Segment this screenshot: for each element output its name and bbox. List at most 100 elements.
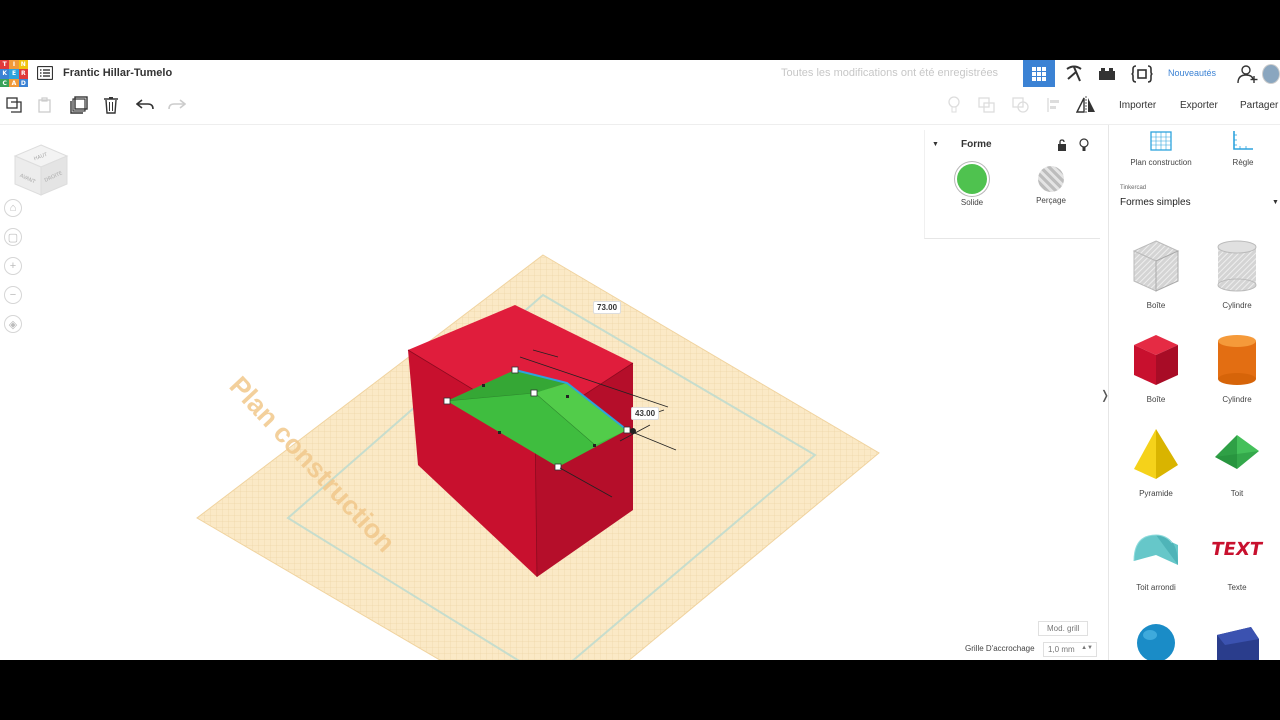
copy-button[interactable] xyxy=(4,95,24,115)
redo-icon xyxy=(168,99,186,110)
roof-icon xyxy=(1215,435,1259,469)
shape-label: Cylindre xyxy=(1222,395,1252,404)
brick-icon xyxy=(1099,67,1115,80)
shape-round-roof[interactable]: Toit arrondi xyxy=(1121,519,1191,592)
shape-inspector: ▼ Forme Solide Perçage xyxy=(924,130,1100,239)
hole-label: Perçage xyxy=(1036,196,1066,205)
shape-box[interactable]: Boîte xyxy=(1121,331,1191,404)
solid-option[interactable]: Solide xyxy=(942,164,1002,207)
shape-cylinder[interactable]: Cylindre xyxy=(1202,331,1272,404)
logo-letter: N xyxy=(18,60,28,70)
ruler-tool[interactable]: Règle xyxy=(1203,130,1280,167)
fit-icon: ▢ xyxy=(7,231,19,244)
trash-icon xyxy=(104,97,118,114)
duplicate-button[interactable] xyxy=(69,95,89,115)
width-dimension-label[interactable]: 73.00 xyxy=(593,301,622,314)
perspective-button[interactable]: ◈ xyxy=(4,315,22,333)
depth-dimension-label[interactable]: 43.00 xyxy=(631,407,660,420)
lightbulb-icon xyxy=(948,96,960,113)
ungroup-icon xyxy=(1012,97,1029,113)
round-roof-icon xyxy=(1133,534,1178,565)
redo-button[interactable] xyxy=(167,95,187,115)
library-select[interactable]: Formes simples xyxy=(1120,197,1191,208)
tinkercad-logo[interactable]: T I N K E R C A D xyxy=(0,60,28,88)
zoom-out-button[interactable]: − xyxy=(4,286,22,304)
shape-pyramid[interactable]: Pyramide xyxy=(1121,425,1191,498)
shape-text[interactable]: TEXT Texte xyxy=(1202,519,1272,592)
tinkercad-app: T I N K E R C A D Frantic Hillar-Tumelo … xyxy=(0,60,1280,660)
fit-view-button[interactable]: ▢ xyxy=(4,228,22,246)
logo-letter: R xyxy=(18,69,28,79)
shape-box-hole[interactable]: Boîte xyxy=(1121,237,1191,310)
shape-sphere[interactable] xyxy=(1121,613,1191,660)
collapse-inspector-icon[interactable]: ▼ xyxy=(932,141,939,148)
lock-icon[interactable] xyxy=(1057,139,1067,151)
avatar[interactable] xyxy=(1262,60,1280,87)
shape-roof[interactable]: Toit xyxy=(1202,425,1272,498)
hole-option[interactable]: Perçage xyxy=(1021,164,1081,205)
group-button[interactable] xyxy=(977,95,997,115)
logo-letter: E xyxy=(9,69,19,79)
workplane-tool-label: Plan construction xyxy=(1130,158,1192,167)
design-title[interactable]: Frantic Hillar-Tumelo xyxy=(63,67,172,79)
3d-view-button[interactable] xyxy=(1023,60,1055,87)
group-icon xyxy=(978,97,995,113)
mouse-cursor xyxy=(630,428,636,434)
cylinder-icon xyxy=(1218,335,1256,385)
copy-icon xyxy=(6,97,22,113)
shape-cylinder-hole[interactable]: Cylindre xyxy=(1202,237,1272,310)
code-blocks-button[interactable] xyxy=(1126,60,1158,87)
bricks-view-button[interactable] xyxy=(1091,60,1123,87)
ruler-tool-label: Règle xyxy=(1232,158,1254,167)
workplane-icon xyxy=(1150,131,1172,151)
avatar-image xyxy=(1262,63,1280,84)
workplane-tool[interactable]: Plan construction xyxy=(1121,130,1201,167)
view-cube[interactable]: HAUT AVANT DROITE xyxy=(12,142,70,200)
paste-button[interactable] xyxy=(35,95,55,115)
snap-grid-value: 1,0 mm xyxy=(1048,645,1075,654)
snap-grid-label: Grille D'accrochage xyxy=(965,644,1035,653)
plus-icon: + xyxy=(9,260,17,272)
snap-grid-select[interactable]: 1,0 mm ▲▼ xyxy=(1043,642,1097,657)
shape-label: Cylindre xyxy=(1222,301,1252,310)
polygon-shape-icon xyxy=(1217,627,1259,660)
box-icon xyxy=(1134,335,1178,385)
logo-letter: K xyxy=(0,69,10,79)
text-icon: TEXT xyxy=(1209,539,1264,560)
inspector-title: Forme xyxy=(961,139,992,150)
align-button[interactable] xyxy=(1044,95,1064,115)
undo-button[interactable] xyxy=(135,95,155,115)
save-status: Toutes les modifications ont été enregis… xyxy=(781,67,999,79)
zoom-in-button[interactable]: + xyxy=(4,257,22,275)
chevron-down-icon[interactable]: ▼ xyxy=(1272,199,1279,206)
whats-new-link[interactable]: Nouveautés xyxy=(1168,68,1216,78)
import-button[interactable]: Importer xyxy=(1119,100,1156,111)
pyramid-icon xyxy=(1134,429,1178,479)
add-user-button[interactable] xyxy=(1232,60,1264,87)
shape-label: Toit xyxy=(1230,489,1244,498)
ruler-icon xyxy=(1233,131,1253,150)
shape-label: Texte xyxy=(1227,583,1247,592)
edit-grid-button[interactable]: Mod. grill xyxy=(1038,621,1089,636)
align-icon xyxy=(1047,98,1059,112)
library-selected-value: Formes simples xyxy=(1120,197,1191,208)
export-button[interactable]: Exporter xyxy=(1180,100,1218,111)
share-button[interactable]: Partager xyxy=(1240,100,1278,111)
toggle-visibility-button[interactable] xyxy=(944,95,964,115)
solid-label: Solide xyxy=(960,198,984,207)
chevron-down-icon: ▲▼ xyxy=(1081,645,1093,651)
design-list-icon[interactable] xyxy=(37,66,53,80)
delete-button[interactable] xyxy=(101,95,121,115)
ungroup-button[interactable] xyxy=(1011,95,1031,115)
home-view-button[interactable]: ⌂ xyxy=(4,199,22,217)
shapes-panel: Plan construction Règle Tinkercad Formes… xyxy=(1108,125,1280,660)
shape-label: Boîte xyxy=(1146,395,1166,404)
blocks-view-button[interactable] xyxy=(1058,60,1090,87)
lightbulb-icon[interactable] xyxy=(1079,138,1089,152)
mirror-button[interactable] xyxy=(1076,95,1096,115)
shape-label: Boîte xyxy=(1146,301,1166,310)
code-brackets-icon xyxy=(1131,64,1153,83)
cylinder-hole-icon xyxy=(1217,240,1257,292)
undo-icon xyxy=(136,99,154,110)
shape-polygon[interactable] xyxy=(1202,613,1272,660)
